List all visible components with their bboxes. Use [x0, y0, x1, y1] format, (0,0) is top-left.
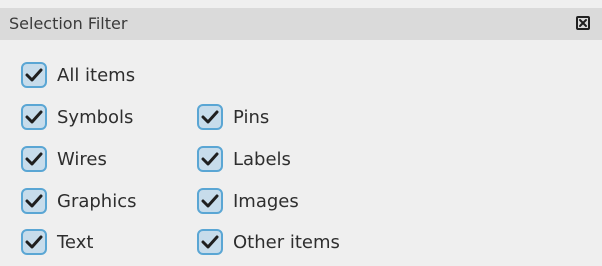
- checkbox-checked-icon[interactable]: [21, 146, 47, 172]
- checkbox-checked-icon[interactable]: [197, 104, 223, 130]
- checkbox-graphics[interactable]: Graphics: [21, 188, 137, 214]
- checkbox-labels[interactable]: Labels: [197, 146, 291, 172]
- checkbox-checked-icon[interactable]: [197, 146, 223, 172]
- close-icon[interactable]: [576, 16, 590, 30]
- checkbox-images[interactable]: Images: [197, 188, 299, 214]
- checkbox-checked-icon[interactable]: [21, 62, 47, 88]
- selection-filter-panel: Selection Filter All items Symbols Wires…: [0, 0, 602, 266]
- checkbox-wires[interactable]: Wires: [21, 146, 107, 172]
- checkbox-symbols[interactable]: Symbols: [21, 104, 133, 130]
- checkbox-label-all-items: All items: [57, 64, 136, 86]
- checkbox-checked-icon[interactable]: [197, 229, 223, 255]
- checkbox-label-labels: Labels: [233, 148, 291, 170]
- checkbox-checked-icon[interactable]: [21, 188, 47, 214]
- checkbox-label-other-items: Other items: [233, 231, 340, 253]
- checkbox-pins[interactable]: Pins: [197, 104, 269, 130]
- checkbox-label-pins: Pins: [233, 106, 270, 128]
- checkbox-checked-icon[interactable]: [197, 188, 223, 214]
- panel-title: Selection Filter: [9, 14, 128, 33]
- checkbox-text[interactable]: Text: [21, 229, 93, 255]
- checkbox-label-symbols: Symbols: [57, 106, 134, 128]
- checkbox-label-images: Images: [233, 190, 299, 212]
- checkbox-checked-icon[interactable]: [21, 229, 47, 255]
- checkbox-all-items[interactable]: All items: [21, 62, 135, 88]
- checkbox-checked-icon[interactable]: [21, 104, 47, 130]
- checkbox-label-graphics: Graphics: [57, 190, 137, 212]
- panel-titlebar: Selection Filter: [0, 8, 602, 40]
- checkbox-label-text: Text: [57, 231, 94, 253]
- checkbox-other-items[interactable]: Other items: [197, 229, 340, 255]
- checkbox-label-wires: Wires: [57, 148, 107, 170]
